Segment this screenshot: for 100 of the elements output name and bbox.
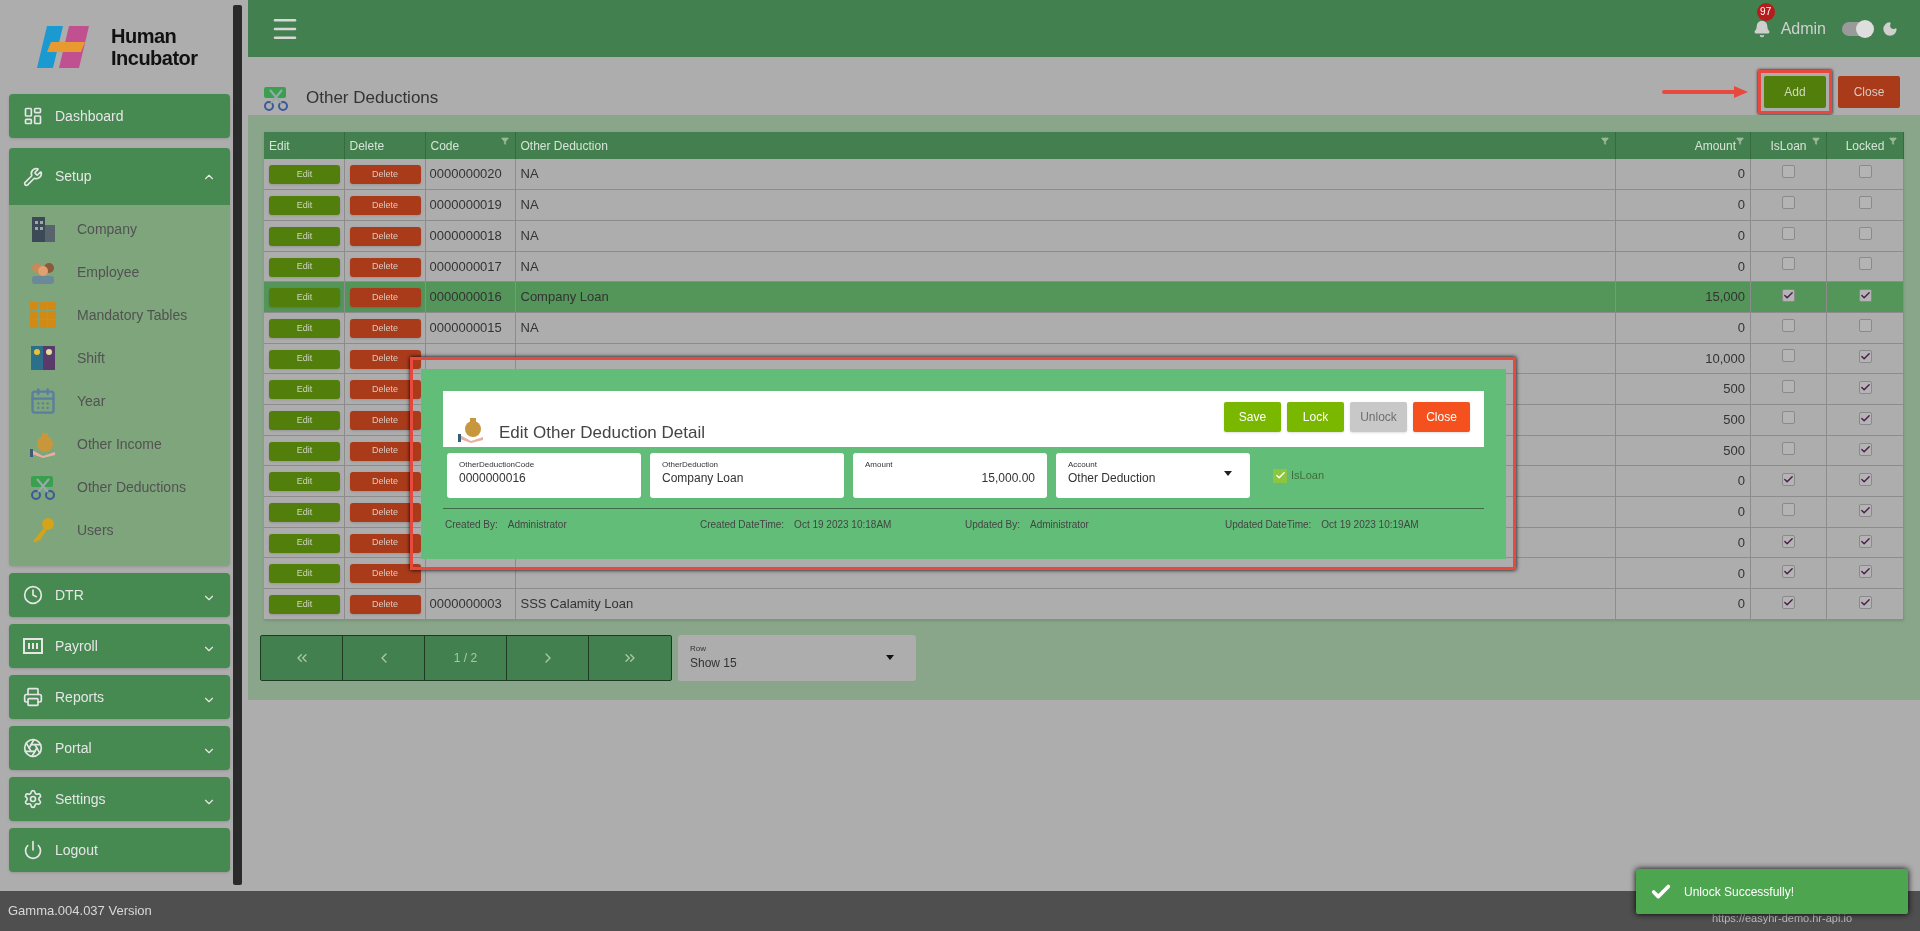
close-button[interactable]: Close	[1838, 75, 1900, 108]
edit-button[interactable]: Edit	[269, 595, 340, 615]
user-name[interactable]: Admin	[1780, 16, 1826, 41]
edit-button[interactable]: Edit	[269, 349, 340, 369]
checkbox[interactable]	[1858, 196, 1872, 210]
filter-icon[interactable]	[1889, 137, 1897, 145]
footer-link[interactable]: https://easyhr-demo.hr-api.io	[1712, 909, 1852, 927]
edit-button[interactable]: Edit	[269, 441, 340, 461]
checkbox[interactable]	[1858, 350, 1872, 364]
checkbox[interactable]	[1782, 226, 1795, 240]
checkbox[interactable]	[1858, 165, 1872, 179]
delete-button[interactable]: Delete	[349, 318, 421, 338]
table-row[interactable]: Edit Delete 0000000017 NA 0	[264, 251, 1904, 282]
delete-button[interactable]: Delete	[349, 165, 421, 185]
checkbox[interactable]	[1782, 565, 1795, 579]
edit-button[interactable]: Edit	[269, 165, 340, 185]
edit-button[interactable]: Edit	[269, 257, 340, 277]
edit-button[interactable]: Edit	[269, 318, 340, 338]
submenu-item[interactable]: Other Deductions	[29, 473, 230, 501]
edit-button[interactable]: Edit	[269, 226, 340, 246]
checkbox[interactable]	[1782, 196, 1795, 210]
checkbox[interactable]	[1782, 380, 1795, 394]
submenu-item[interactable]: Users	[29, 516, 230, 544]
delete-button[interactable]: Delete	[349, 226, 421, 246]
menu-item[interactable]: Logout	[9, 828, 230, 872]
checkbox[interactable]	[1858, 226, 1872, 240]
checkbox[interactable]	[1858, 381, 1872, 395]
submenu-item[interactable]: Shift	[29, 344, 230, 372]
checkbox[interactable]	[1858, 411, 1872, 425]
checkbox[interactable]	[1858, 595, 1872, 609]
menu-group-header[interactable]: Reports	[9, 675, 230, 719]
save-button[interactable]: Save	[1224, 402, 1281, 432]
checkbox[interactable]	[1858, 473, 1872, 487]
delete-button[interactable]: Delete	[349, 410, 421, 430]
edit-button[interactable]: Edit	[269, 472, 340, 492]
delete-button[interactable]: Delete	[349, 533, 421, 553]
menu-group-header[interactable]: DTR	[9, 573, 230, 617]
checkbox[interactable]	[1782, 595, 1795, 609]
submenu-item[interactable]: Mandatory Tables	[29, 301, 230, 329]
checkbox[interactable]	[1782, 318, 1795, 332]
edit-button[interactable]: Edit	[269, 380, 340, 400]
lock-button[interactable]: Lock	[1287, 402, 1344, 432]
input-field[interactable]: OtherDeduction Company Loan	[650, 453, 844, 498]
delete-button[interactable]: Delete	[349, 441, 421, 461]
checkbox[interactable]	[1858, 534, 1872, 548]
filter-icon[interactable]	[1736, 137, 1744, 145]
edit-button[interactable]: Edit	[269, 196, 340, 216]
table-row[interactable]: Edit Delete 0000000018 NA 0	[264, 220, 1904, 252]
checkbox[interactable]	[1782, 165, 1795, 179]
menu-item[interactable]: Dashboard	[9, 94, 230, 138]
edit-button[interactable]: Edit	[269, 503, 340, 523]
scrollbar[interactable]	[233, 5, 242, 885]
delete-button[interactable]: Delete	[349, 257, 421, 277]
checkbox[interactable]	[1782, 441, 1795, 455]
add-button[interactable]: Add	[1764, 75, 1826, 108]
delete-button[interactable]: Delete	[349, 380, 421, 400]
submenu-item[interactable]: Year	[29, 387, 230, 415]
notification-bell-icon[interactable]	[1752, 19, 1771, 38]
select-field[interactable]: Account Other Deduction	[1056, 453, 1250, 498]
delete-button[interactable]: Delete	[349, 472, 421, 492]
input-field[interactable]: Amount 15,000.00	[853, 453, 1047, 498]
theme-toggle[interactable]	[1842, 21, 1872, 36]
filter-icon[interactable]	[1812, 137, 1820, 145]
checkbox[interactable]	[1858, 289, 1872, 303]
delete-button[interactable]: Delete	[349, 288, 421, 308]
checkbox[interactable]	[1782, 410, 1795, 424]
checkbox[interactable]	[1782, 473, 1795, 487]
checkbox[interactable]	[1782, 257, 1795, 271]
delete-button[interactable]: Delete	[349, 196, 421, 216]
submenu-item[interactable]: Company	[29, 215, 230, 243]
filter-icon[interactable]	[500, 137, 509, 145]
edit-button[interactable]: Edit	[269, 410, 340, 430]
menu-group-header[interactable]: Portal	[9, 726, 230, 770]
close-button[interactable]: Close	[1413, 402, 1470, 432]
delete-button[interactable]: Delete	[349, 595, 421, 615]
checkbox[interactable]	[1782, 289, 1795, 303]
edit-button[interactable]: Edit	[269, 533, 340, 553]
submenu-item[interactable]: Employee	[29, 258, 230, 286]
checkbox[interactable]	[1782, 502, 1795, 516]
delete-button[interactable]: Delete	[349, 564, 421, 584]
checkbox[interactable]	[1858, 442, 1872, 456]
rows-per-page-select[interactable]: Row Show 15	[678, 634, 916, 681]
checkbox[interactable]	[1782, 534, 1795, 548]
input-field[interactable]: OtherDeductionCode 0000000016	[447, 453, 641, 498]
filter-icon[interactable]	[1601, 137, 1609, 145]
table-row[interactable]: Edit Delete 0000000016 Company Loan 15,000	[264, 281, 1904, 313]
checkbox[interactable]	[1858, 503, 1872, 517]
submenu-item[interactable]: Other Income	[29, 430, 230, 458]
checkbox[interactable]	[1858, 257, 1872, 271]
edit-button[interactable]: Edit	[269, 564, 340, 584]
menu-group-header[interactable]: Setup	[9, 148, 230, 205]
checkbox[interactable]	[1858, 318, 1872, 332]
checkbox[interactable]	[1858, 565, 1872, 579]
table-row[interactable]: Edit Delete 0000000003 SSS Calamity Loan 0	[264, 588, 1904, 620]
table-row[interactable]: Edit Delete 0000000020 NA 0	[264, 159, 1904, 190]
menu-group-header[interactable]: Payroll	[9, 624, 230, 668]
delete-button[interactable]: Delete	[349, 503, 421, 523]
edit-button[interactable]: Edit	[269, 288, 340, 308]
menu-group-header[interactable]: Settings	[9, 777, 230, 821]
checkbox[interactable]	[1782, 349, 1795, 363]
